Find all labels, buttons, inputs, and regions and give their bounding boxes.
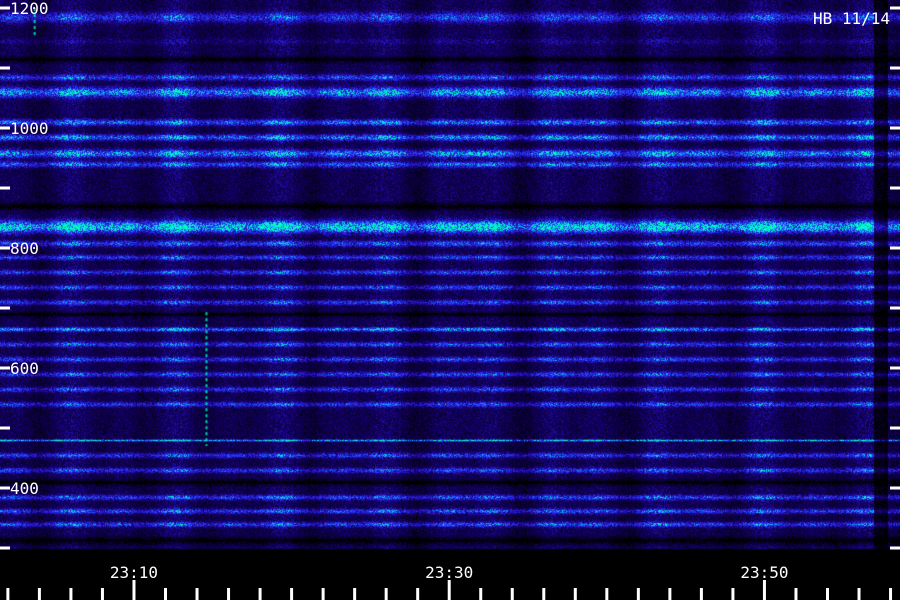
- y-tick-label-800: 800: [10, 239, 39, 258]
- chart-title: HB 11/14: [813, 9, 890, 28]
- x-tick-label-2350: 23:50: [740, 563, 788, 582]
- x-tick-labels: 23:10 23:30 23:50: [110, 563, 789, 582]
- x-axis: [6, 580, 893, 600]
- y-tick-label-1200: 1200: [10, 0, 49, 18]
- y-tick-label-600: 600: [10, 359, 39, 378]
- y-axis-left: [0, 6, 10, 550]
- y-tick-label-1000: 1000: [10, 119, 49, 138]
- x-tick-label-2310: 23:10: [110, 563, 158, 582]
- chart-overlay: 1200 1000 800 600 400 23:10 23:30 23:50 …: [0, 0, 900, 600]
- y-axis-right: [890, 6, 900, 550]
- y-tick-label-400: 400: [10, 479, 39, 498]
- x-tick-label-2330: 23:30: [425, 563, 473, 582]
- y-tick-labels: 1200 1000 800 600 400: [10, 0, 49, 498]
